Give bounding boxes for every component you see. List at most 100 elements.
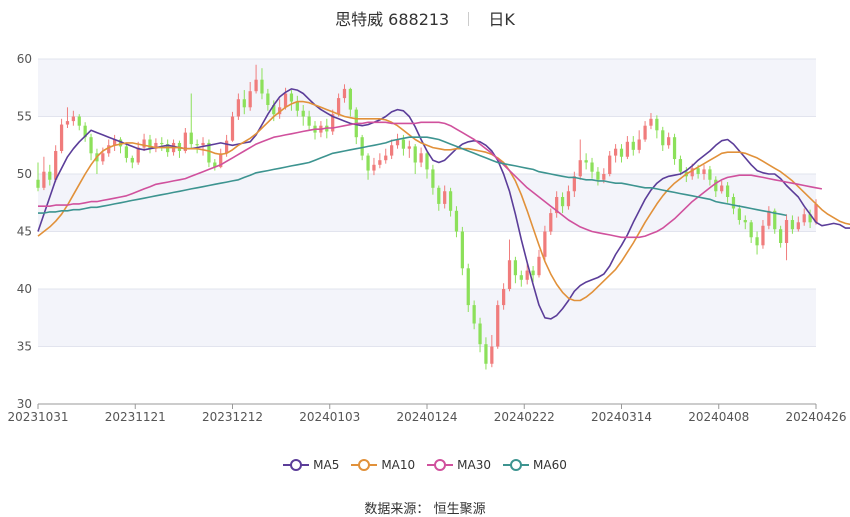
candle-body[interactable] [702, 169, 706, 174]
candle-body[interactable] [360, 137, 364, 156]
candle-body[interactable] [301, 110, 305, 117]
candle-body[interactable] [767, 210, 771, 226]
candle-body[interactable] [236, 99, 241, 117]
candle-body[interactable] [195, 144, 199, 146]
candle-body[interactable] [254, 79, 258, 92]
candle-body[interactable] [89, 137, 93, 154]
legend-item-ma60[interactable]: MA60 [503, 458, 567, 472]
candle-body[interactable] [637, 139, 641, 150]
candle-body[interactable] [761, 225, 765, 246]
candle-body[interactable] [619, 148, 624, 157]
candle-body[interactable] [796, 222, 800, 230]
candle-body[interactable] [466, 268, 470, 306]
candle-body[interactable] [531, 270, 535, 276]
candle-body[interactable] [543, 231, 547, 257]
candle-body[interactable] [790, 220, 795, 230]
candle-body[interactable] [590, 162, 594, 172]
candle-body[interactable] [407, 146, 411, 149]
candle-body[interactable] [596, 171, 600, 180]
candle-body[interactable] [519, 275, 523, 280]
candle-body[interactable] [655, 118, 659, 131]
candle-body[interactable] [560, 197, 565, 207]
candle-body[interactable] [507, 260, 512, 289]
candle-body[interactable] [478, 323, 482, 345]
candle-body[interactable] [572, 176, 576, 192]
candle-body[interactable] [366, 155, 370, 171]
candle-body[interactable] [578, 160, 582, 177]
candle-body[interactable] [448, 191, 453, 211]
candle-body[interactable] [472, 305, 476, 324]
candle-body[interactable] [602, 174, 606, 180]
candle-body[interactable] [743, 220, 747, 223]
candle-body[interactable] [372, 164, 376, 171]
candle-body[interactable] [77, 116, 81, 126]
candle-body[interactable] [625, 141, 630, 157]
candle-body[interactable] [731, 197, 736, 209]
candle-body[interactable] [71, 116, 75, 122]
candle-body[interactable] [295, 101, 299, 111]
candle-body[interactable] [307, 116, 311, 126]
candle-body[interactable] [260, 79, 264, 94]
candle-body[interactable] [708, 169, 712, 180]
candle-body[interactable] [725, 185, 730, 198]
candle-body[interactable] [755, 237, 759, 246]
candle-body[interactable] [443, 191, 447, 204]
candle-body[interactable] [584, 160, 588, 163]
candle-body[interactable] [649, 118, 653, 126]
candle-body[interactable] [248, 91, 252, 108]
candle-body[interactable] [431, 169, 435, 188]
candle-body[interactable] [643, 125, 647, 140]
candle-body[interactable] [784, 220, 789, 243]
candle-body[interactable] [749, 222, 753, 238]
candle-body[interactable] [54, 151, 58, 180]
candle-body[interactable] [36, 179, 40, 188]
candle-body[interactable] [525, 270, 529, 280]
candle-body[interactable] [266, 93, 270, 106]
candle-body[interactable] [613, 148, 618, 156]
candle-body[interactable] [661, 130, 665, 146]
candle-body[interactable] [136, 147, 140, 163]
candle-body[interactable] [201, 142, 205, 146]
candle-body[interactable] [425, 153, 429, 170]
candle-body[interactable] [549, 213, 553, 232]
candle-body[interactable] [283, 93, 288, 108]
candle-body[interactable] [384, 155, 388, 161]
candle-body[interactable] [65, 121, 70, 125]
candle-body[interactable] [230, 116, 235, 141]
candle-body[interactable] [48, 171, 52, 180]
candle-body[interactable] [342, 88, 347, 99]
candle-body[interactable] [631, 141, 635, 150]
candle-body[interactable] [779, 229, 783, 243]
candle-body[interactable] [667, 137, 671, 146]
candle-body[interactable] [142, 139, 146, 148]
candle-body[interactable] [101, 153, 105, 162]
candle-body[interactable] [696, 168, 700, 174]
candle-body[interactable] [720, 185, 724, 192]
legend-item-ma30[interactable]: MA30 [427, 458, 491, 472]
legend-item-ma10[interactable]: MA10 [351, 458, 415, 472]
candle-body[interactable] [42, 171, 46, 188]
candle-body[interactable] [672, 137, 677, 160]
candle-body[interactable] [490, 346, 494, 364]
candle-body[interactable] [678, 159, 683, 172]
candle-body[interactable] [566, 191, 571, 207]
candle-body[interactable] [608, 155, 612, 174]
candle-body[interactable] [289, 93, 294, 102]
candle-body[interactable] [496, 305, 500, 347]
candle-body[interactable] [802, 214, 806, 223]
candle-body[interactable] [336, 98, 341, 115]
candle-body[interactable] [714, 179, 718, 192]
legend-item-ma5[interactable]: MA5 [283, 458, 339, 472]
candle-body[interactable] [390, 145, 394, 156]
candle-body[interactable] [378, 160, 382, 165]
candle-body[interactable] [242, 99, 246, 108]
candle-body[interactable] [348, 88, 352, 110]
candle-body[interactable] [413, 146, 417, 163]
candle-body[interactable] [737, 208, 741, 221]
candle-body[interactable] [502, 289, 506, 306]
candle-body[interactable] [484, 344, 488, 364]
candle-body[interactable] [437, 187, 441, 204]
candle-body[interactable] [401, 139, 406, 149]
candle-body[interactable] [513, 260, 518, 276]
candle-body[interactable] [189, 132, 193, 145]
